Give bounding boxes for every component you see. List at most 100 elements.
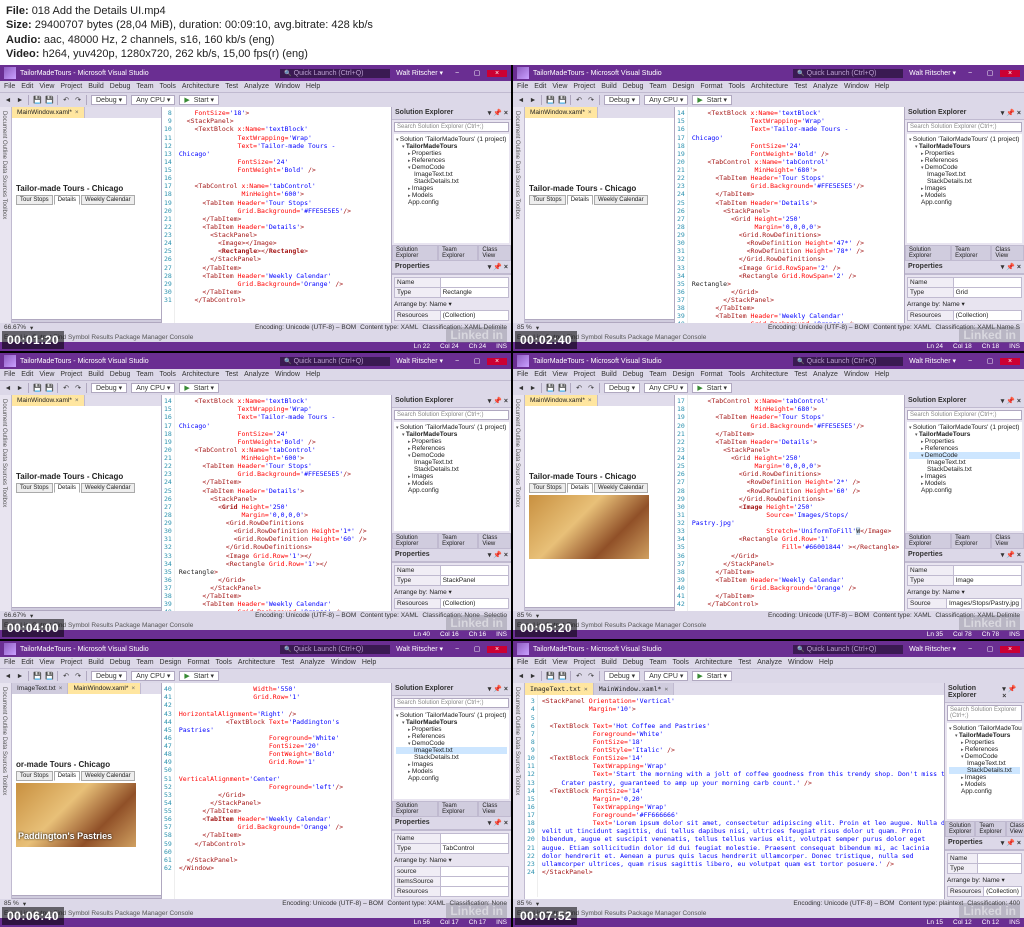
save-all-icon[interactable]: 💾 bbox=[558, 96, 566, 104]
minimize-button[interactable]: − bbox=[960, 358, 980, 365]
save-all-icon[interactable]: 💾 bbox=[45, 96, 53, 104]
document-tab[interactable]: MainWindow.xaml*× bbox=[12, 395, 85, 406]
code-editor[interactable]: 4041424344454647484950515253545556575859… bbox=[162, 683, 391, 899]
nav-back-icon[interactable]: ◄ bbox=[517, 673, 525, 680]
pin-icon[interactable]: ▾ 📌 × bbox=[488, 685, 508, 693]
menu-item[interactable]: Design bbox=[160, 659, 182, 666]
menu-item[interactable]: Window bbox=[275, 371, 300, 378]
pin-icon[interactable]: ▾ 📌 × bbox=[1001, 551, 1021, 559]
maximize-button[interactable]: ▢ bbox=[467, 69, 487, 77]
start-button[interactable]: Start ▾ bbox=[179, 671, 219, 681]
left-dock-tabs[interactable]: Document Outline Data Sources Toolbox bbox=[0, 395, 12, 611]
save-icon[interactable]: 💾 bbox=[546, 96, 554, 104]
nav-forward-icon[interactable]: ► bbox=[16, 673, 24, 680]
menu-item[interactable]: Edit bbox=[534, 371, 546, 378]
close-tab-icon[interactable]: × bbox=[131, 685, 135, 692]
menu-item[interactable]: Tools bbox=[729, 83, 745, 90]
quick-launch-input[interactable]: Quick Launch (Ctrl+Q) bbox=[793, 357, 903, 366]
subtab[interactable]: Team Explorer bbox=[975, 821, 1005, 837]
save-all-icon[interactable]: 💾 bbox=[45, 384, 53, 392]
menu-item[interactable]: File bbox=[517, 83, 528, 90]
platform-dropdown[interactable]: Any CPU ▾ bbox=[644, 671, 688, 681]
close-button[interactable]: × bbox=[1000, 646, 1020, 653]
left-dock-tabs[interactable]: Document Outline Data Sources Toolbox bbox=[513, 683, 525, 899]
preview-tab[interactable]: Weekly Calendar bbox=[81, 771, 135, 781]
subtab[interactable]: Class View bbox=[991, 533, 1024, 549]
config-dropdown[interactable]: Debug ▾ bbox=[91, 383, 127, 393]
bottom-toolwindow-tabs[interactable]: Error List Output Find Symbol Results Pa… bbox=[0, 621, 511, 630]
platform-dropdown[interactable]: Any CPU ▾ bbox=[131, 95, 175, 105]
menu-item[interactable]: Design bbox=[673, 371, 695, 378]
menu-item[interactable]: Build bbox=[88, 371, 104, 378]
close-tab-icon[interactable]: × bbox=[588, 109, 592, 116]
bottom-toolwindow-tabs[interactable]: Error List Output Find Symbol Results Pa… bbox=[513, 621, 1024, 630]
redo-icon[interactable]: ↷ bbox=[74, 96, 82, 104]
solution-tree[interactable]: Solution 'TailorMadeTours' (1 project) T… bbox=[394, 134, 509, 243]
menu-item[interactable]: Analyze bbox=[300, 659, 325, 666]
pin-icon[interactable]: ▾ 📌 × bbox=[488, 819, 508, 827]
config-dropdown[interactable]: Debug ▾ bbox=[91, 671, 127, 681]
menu-item[interactable]: View bbox=[39, 659, 54, 666]
menu-item[interactable]: Format bbox=[700, 83, 722, 90]
start-button[interactable]: Start ▾ bbox=[692, 95, 732, 105]
preview-tab[interactable]: Tour Stops bbox=[16, 483, 53, 493]
preview-tab[interactable]: Tour Stops bbox=[529, 483, 566, 493]
pin-icon[interactable]: ▾ 📌 × bbox=[488, 109, 508, 117]
preview-tab[interactable]: Details bbox=[54, 483, 80, 493]
menu-item[interactable]: Help bbox=[875, 371, 889, 378]
menu-item[interactable]: Project bbox=[573, 659, 595, 666]
code-editor[interactable]: 1415161718192021222324252627282930313233… bbox=[162, 395, 391, 611]
nav-forward-icon[interactable]: ► bbox=[16, 97, 24, 104]
quick-launch-input[interactable]: Quick Launch (Ctrl+Q) bbox=[280, 645, 390, 654]
close-button[interactable]: × bbox=[1000, 70, 1020, 77]
menu-item[interactable]: Debug bbox=[110, 371, 131, 378]
close-button[interactable]: × bbox=[1000, 358, 1020, 365]
start-button[interactable]: Start ▾ bbox=[692, 383, 732, 393]
save-icon[interactable]: 💾 bbox=[33, 672, 41, 680]
menu-item[interactable]: Analyze bbox=[813, 83, 838, 90]
minimize-button[interactable]: − bbox=[447, 70, 467, 77]
menu-item[interactable]: Project bbox=[60, 83, 82, 90]
menu-item[interactable]: Architecture bbox=[182, 83, 219, 90]
menu-item[interactable]: File bbox=[4, 371, 15, 378]
menu-item[interactable]: Test bbox=[794, 371, 807, 378]
user-sign-in[interactable]: Walt Ritscher ▾ bbox=[396, 357, 443, 365]
minimize-button[interactable]: − bbox=[447, 646, 467, 653]
preview-tab[interactable]: Details bbox=[567, 195, 593, 205]
preview-tab[interactable]: Tour Stops bbox=[529, 195, 566, 205]
menu-item[interactable]: Help bbox=[875, 83, 889, 90]
nav-back-icon[interactable]: ◄ bbox=[4, 97, 12, 104]
menu-item[interactable]: File bbox=[4, 83, 15, 90]
menu-item[interactable]: File bbox=[517, 659, 528, 666]
code-editor[interactable]: 1415161718192021222324252627282930313233… bbox=[675, 107, 904, 323]
properties-grid[interactable]: Name Type Arrange by: Name ▾ Resources(C… bbox=[945, 850, 1024, 899]
preview-tab[interactable]: Weekly Calendar bbox=[594, 483, 648, 493]
menu-item[interactable]: Tools bbox=[673, 659, 689, 666]
quick-launch-input[interactable]: Quick Launch (Ctrl+Q) bbox=[280, 69, 390, 78]
menu-item[interactable]: Debug bbox=[623, 83, 644, 90]
maximize-button[interactable]: ▢ bbox=[467, 645, 487, 653]
menu-item[interactable]: Build bbox=[601, 371, 617, 378]
menu-item[interactable]: Project bbox=[60, 371, 82, 378]
undo-icon[interactable]: ↶ bbox=[62, 672, 70, 680]
start-button[interactable]: Start ▾ bbox=[179, 383, 219, 393]
menu-item[interactable]: Analyze bbox=[757, 659, 782, 666]
close-tab-icon[interactable]: × bbox=[584, 685, 588, 693]
bottom-toolwindow-tabs[interactable]: Error List Output Find Symbol Results Pa… bbox=[513, 909, 1024, 918]
menu-item[interactable]: Edit bbox=[534, 83, 546, 90]
menu-item[interactable]: View bbox=[39, 83, 54, 90]
close-tab-icon[interactable]: × bbox=[664, 685, 668, 693]
menu-item[interactable]: Edit bbox=[21, 659, 33, 666]
solution-search-input[interactable]: Search Solution Explorer (Ctrl+;) bbox=[947, 705, 1022, 721]
menu-item[interactable]: Architecture bbox=[695, 659, 732, 666]
properties-grid[interactable]: Name TypeGrid Arrange by: Name ▾ Resourc… bbox=[905, 274, 1024, 323]
config-dropdown[interactable]: Debug ▾ bbox=[604, 383, 640, 393]
subtab[interactable]: Solution Explorer bbox=[905, 533, 951, 549]
menu-item[interactable]: Analyze bbox=[813, 371, 838, 378]
menu-item[interactable]: View bbox=[39, 371, 54, 378]
menu-item[interactable]: View bbox=[552, 371, 567, 378]
preview-tab[interactable]: Details bbox=[54, 195, 80, 205]
subtab[interactable]: Team Explorer bbox=[951, 533, 991, 549]
maximize-button[interactable]: ▢ bbox=[980, 357, 1000, 365]
redo-icon[interactable]: ↷ bbox=[74, 672, 82, 680]
